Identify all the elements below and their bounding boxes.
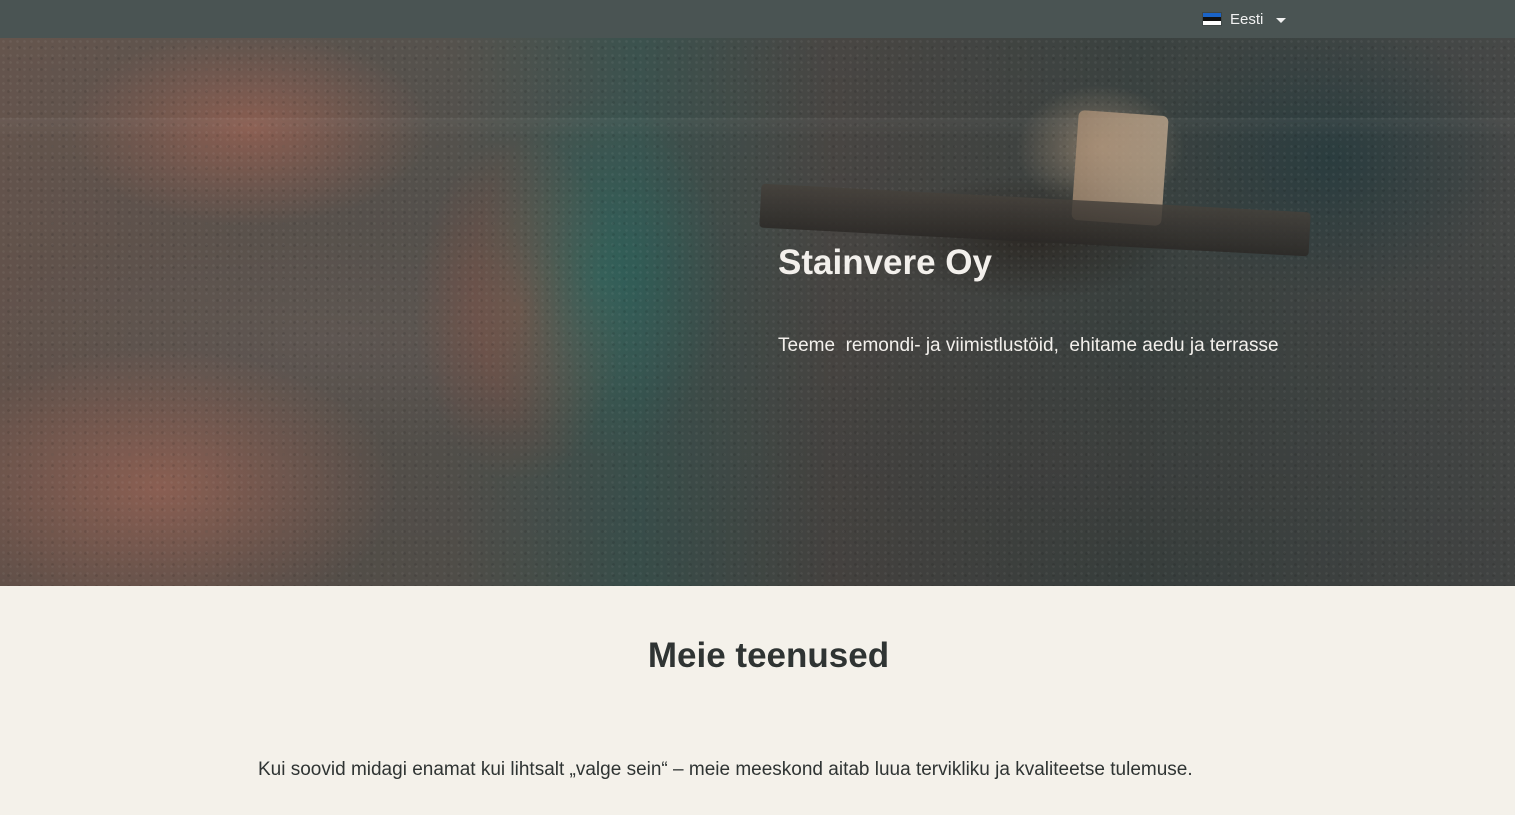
hero-overlay (0, 38, 1515, 586)
estonian-flag-icon (1203, 13, 1221, 25)
top-bar: Eesti (0, 0, 1515, 38)
services-intro-text: Kui soovid midagi enamat kui lihtsalt „v… (258, 759, 1193, 780)
language-switcher[interactable]: Eesti (1203, 0, 1287, 38)
hero-title: Stainvere Oy (778, 243, 992, 282)
caret-down-icon[interactable] (1276, 17, 1287, 23)
language-label: Eesti (1230, 10, 1264, 28)
hero-banner: Stainvere Oy Teeme remondi- ja viimistlu… (0, 38, 1515, 586)
hero-subtitle: Teeme remondi- ja viimistlustöid, ehitam… (778, 335, 1279, 356)
services-heading: Meie teenused (647, 636, 890, 675)
